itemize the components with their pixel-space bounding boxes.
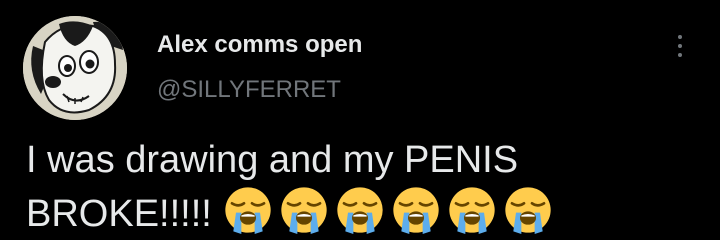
loudly-crying-face-icon [281, 187, 327, 234]
author-display-name[interactable]: Alex comms open [157, 31, 362, 59]
loudly-crying-face-icon [393, 187, 439, 234]
more-vertical-icon-dot [678, 53, 682, 57]
loudly-crying-face-icon [449, 187, 495, 234]
more-vertical-icon [678, 35, 682, 39]
avatar[interactable] [23, 16, 127, 120]
emoji-row [224, 186, 552, 234]
tweet-card: Alex comms open @SILLYFERRET I was drawi… [0, 0, 720, 240]
author-handle[interactable]: @SILLYFERRET [157, 76, 341, 104]
loudly-crying-face-icon [337, 187, 383, 234]
more-vertical-icon-dot [678, 44, 682, 48]
cartoon-dog-avatar-icon [23, 16, 127, 120]
tweet-body: I was drawing and my PENIS BROKE!!!!! [26, 134, 706, 240]
loudly-crying-face-icon [225, 187, 271, 234]
more-options-button[interactable] [664, 28, 696, 64]
loudly-crying-face-icon [505, 187, 551, 234]
